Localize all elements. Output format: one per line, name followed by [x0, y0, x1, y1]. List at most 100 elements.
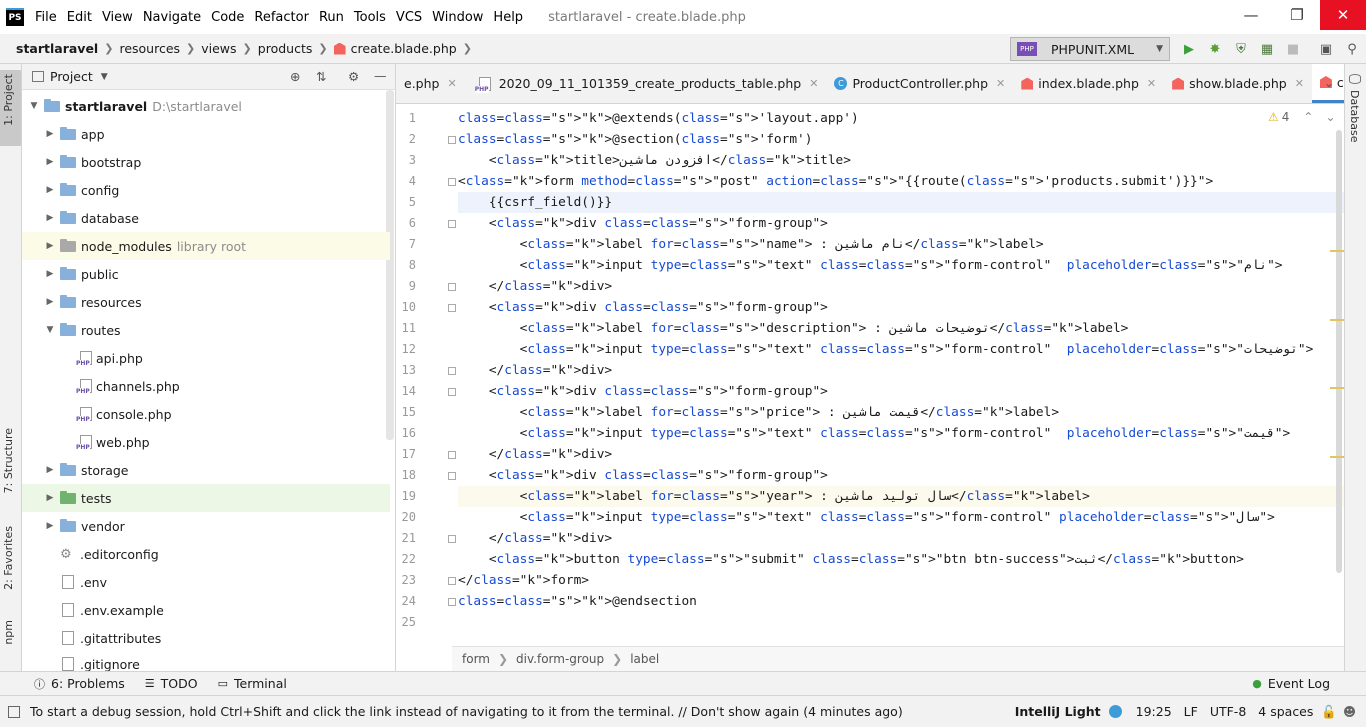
- tree-item-routes[interactable]: ▼ routes: [22, 316, 390, 344]
- editor-crumb-div[interactable]: div.form-group: [516, 652, 604, 666]
- menu-help[interactable]: Help: [488, 10, 528, 25]
- tree-item-gitattributes[interactable]: .gitattributes: [22, 624, 390, 652]
- code-line[interactable]: <class="k">label for=class="s">"descript…: [458, 318, 1344, 339]
- tree-item-env[interactable]: .env: [22, 568, 390, 596]
- code-line[interactable]: class=class="s">"k">@endsection: [458, 591, 1344, 612]
- fold-marker-icon[interactable]: [448, 220, 456, 228]
- profile-icon[interactable]: ▦: [1259, 41, 1275, 57]
- search-icon[interactable]: ⚲: [1344, 41, 1360, 57]
- fold-marker-icon[interactable]: [448, 304, 456, 312]
- fold-marker-icon[interactable]: [448, 535, 456, 543]
- code-line[interactable]: <class="k">button type=class="s">"submit…: [458, 549, 1344, 570]
- breadcrumb-file[interactable]: create.blade.php: [351, 41, 457, 56]
- close-tab-icon[interactable]: ✕: [996, 77, 1005, 90]
- fold-marker-icon[interactable]: [448, 388, 456, 396]
- breadcrumb-resources[interactable]: resources: [119, 41, 180, 56]
- code-line[interactable]: <class="k">label for=class="s">"year"> :…: [458, 486, 1344, 507]
- breadcrumb-views[interactable]: views: [201, 41, 236, 56]
- fold-marker-icon[interactable]: [448, 367, 456, 375]
- status-caret-position[interactable]: 19:25: [1136, 704, 1172, 719]
- menu-code[interactable]: Code: [206, 10, 249, 25]
- code-line[interactable]: <class="k">div class=class="s">"form-gro…: [458, 297, 1344, 318]
- fold-marker-icon[interactable]: [448, 598, 456, 606]
- tab-show-blade[interactable]: show.blade.php ✕: [1164, 64, 1312, 103]
- debug-icon[interactable]: ✸: [1207, 41, 1223, 57]
- tree-root[interactable]: ▼ startlaravel D:\startlaravel: [22, 92, 390, 120]
- tool-tab-event-log[interactable]: ● Event Log: [1252, 676, 1330, 691]
- locate-icon[interactable]: ⊕: [290, 69, 300, 84]
- code-line[interactable]: <class="k">div class=class="s">"form-gro…: [458, 465, 1344, 486]
- warning-marker[interactable]: [1330, 250, 1344, 252]
- close-window-icon[interactable]: ✕: [1320, 0, 1366, 30]
- status-theme[interactable]: IntelliJ Light: [1015, 704, 1101, 719]
- minimize-icon[interactable]: —: [1228, 0, 1274, 30]
- fold-marker-icon[interactable]: [448, 136, 456, 144]
- tree-item-storage[interactable]: ▶ storage: [22, 456, 390, 484]
- menu-navigate[interactable]: Navigate: [138, 10, 206, 25]
- code-line[interactable]: <class="k">input type=class="s">"text" c…: [458, 423, 1344, 444]
- breadcrumb-startlaravel[interactable]: startlaravel: [16, 41, 98, 56]
- tab-e-php[interactable]: e.php ✕: [396, 64, 465, 103]
- code-line[interactable]: <class="k">div class=class="s">"form-gro…: [458, 213, 1344, 234]
- menu-vcs[interactable]: VCS: [391, 10, 427, 25]
- menu-tools[interactable]: Tools: [349, 10, 391, 25]
- code-line[interactable]: </class="k">div>: [458, 360, 1344, 381]
- run-icon[interactable]: ▶: [1181, 41, 1197, 57]
- fold-marker-icon[interactable]: [448, 178, 456, 186]
- fold-marker-icon[interactable]: [448, 283, 456, 291]
- tree-item-tests[interactable]: ▶ tests: [22, 484, 390, 512]
- code-line[interactable]: <class="k">label for=class="s">"name"> :…: [458, 234, 1344, 255]
- code-line[interactable]: </class="k">div>: [458, 528, 1344, 549]
- tree-item-app[interactable]: ▶ app: [22, 120, 390, 148]
- code-line[interactable]: </class="k">div>: [458, 276, 1344, 297]
- close-tab-icon[interactable]: ✕: [1147, 77, 1156, 90]
- collapse-all-icon[interactable]: ⇅: [316, 69, 326, 84]
- code-line[interactable]: <class="k">title>افزودن ماشین</class="k"…: [458, 150, 1344, 171]
- code-line[interactable]: {{csrf_field()}}: [458, 192, 1344, 213]
- code-line[interactable]: <class="k">input type=class="s">"text" c…: [458, 507, 1344, 528]
- menu-view[interactable]: View: [97, 10, 138, 25]
- status-message[interactable]: To start a debug session, hold Ctrl+Shif…: [30, 704, 903, 719]
- close-tab-icon[interactable]: ✕: [1295, 77, 1304, 90]
- close-tab-icon[interactable]: ✕: [447, 77, 456, 90]
- menu-refactor[interactable]: Refactor: [249, 10, 314, 25]
- tabs-dropdown-icon[interactable]: ⌄: [1324, 76, 1334, 90]
- tree-item-node-modules[interactable]: ▶ node_modules library root: [22, 232, 390, 260]
- tree-item-public[interactable]: ▶ public: [22, 260, 390, 288]
- toggle-tool-windows-icon[interactable]: [8, 705, 20, 718]
- run-configuration-select[interactable]: PHP PHPUNIT.XML ▼: [1010, 37, 1170, 61]
- menu-window[interactable]: Window: [427, 10, 488, 25]
- tree-item-config[interactable]: ▶ config: [22, 176, 390, 204]
- tab-index-blade[interactable]: index.blade.php ✕: [1013, 64, 1164, 103]
- hide-panel-icon[interactable]: —: [374, 68, 387, 83]
- restore-icon[interactable]: ❐: [1274, 0, 1320, 30]
- tool-tab-problems[interactable]: ⓘ 6: Problems: [34, 676, 125, 692]
- warning-marker[interactable]: [1330, 387, 1344, 389]
- editor-scrollbar[interactable]: [1336, 130, 1342, 573]
- code-line[interactable]: <class="k">input type=class="s">"text" c…: [458, 255, 1344, 276]
- code-line[interactable]: class=class="s">"k">@extends(class="s">'…: [458, 108, 1344, 129]
- tool-tab-terminal[interactable]: ▭ Terminal: [218, 676, 287, 691]
- project-panel-title[interactable]: Project: [50, 69, 93, 84]
- code-editor[interactable]: class=class="s">"k">@extends(class="s">'…: [458, 104, 1344, 644]
- status-encoding[interactable]: UTF-8: [1210, 704, 1246, 719]
- tree-item-console-php[interactable]: console.php: [22, 400, 390, 428]
- stop-icon[interactable]: ■: [1285, 41, 1301, 57]
- tool-tab-project[interactable]: 1: Project: [2, 74, 15, 126]
- tool-tab-npm[interactable]: npm: [2, 620, 15, 645]
- tree-item-resources[interactable]: ▶ resources: [22, 288, 390, 316]
- tree-item-env-example[interactable]: .env.example: [22, 596, 390, 624]
- tool-tab-favorites[interactable]: 2: Favorites: [2, 526, 15, 590]
- status-line-separator[interactable]: LF: [1184, 704, 1198, 719]
- event-icon[interactable]: ☻: [1343, 704, 1356, 719]
- inspection-widget[interactable]: ⚠ 4 ⌃ ⌄: [1268, 110, 1336, 124]
- menu-run[interactable]: Run: [314, 10, 349, 25]
- tree-item-vendor[interactable]: ▶ vendor: [22, 512, 390, 540]
- lock-icon[interactable]: 🔓: [1321, 704, 1337, 720]
- tree-item-api-php[interactable]: api.php: [22, 344, 390, 372]
- status-indent[interactable]: 4 spaces: [1258, 704, 1313, 719]
- tab-migration[interactable]: 2020_09_11_101359_create_products_table.…: [465, 64, 827, 103]
- menu-edit[interactable]: Edit: [62, 10, 97, 25]
- project-structure-icon[interactable]: ▣: [1318, 41, 1334, 57]
- menu-file[interactable]: File: [30, 10, 62, 25]
